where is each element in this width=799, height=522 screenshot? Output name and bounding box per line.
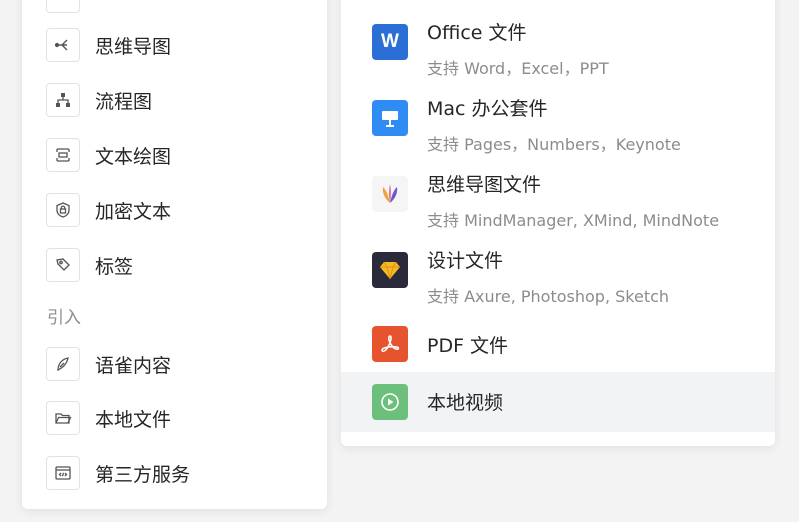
menu-item-yuque-content[interactable]: 语雀内容 <box>46 344 171 384</box>
menu-item-label: 思维导图 <box>95 35 172 58</box>
mindmanager-icon <box>372 176 408 212</box>
menu-item-label: 语雀内容 <box>95 354 172 377</box>
import-item-subtitle: 支持 Word，Excel，PPT <box>427 59 609 78</box>
import-item-title: 本地视频 <box>427 392 504 414</box>
import-item-mindmap-file[interactable]: 思维导图文件 支持 MindManager, XMind, MindNote <box>341 158 775 234</box>
mindmap-icon <box>46 28 80 62</box>
office-word-icon: W <box>372 24 408 60</box>
import-item-subtitle: 支持 Pages，Numbers，Keynote <box>427 135 681 154</box>
import-item-subtitle: 支持 Axure, Photoshop, Sketch <box>427 287 670 306</box>
yuque-icon <box>46 347 80 381</box>
import-item-pdf[interactable]: PDF 文件 <box>341 310 775 372</box>
menu-item-label: 第三方服务 <box>95 463 191 486</box>
lock-icon <box>46 193 80 227</box>
menu-item-tag[interactable]: 标签 <box>46 245 133 285</box>
menu-item-text-drawing[interactable]: 文本绘图 <box>46 135 171 175</box>
embed-icon <box>46 456 80 490</box>
menu-item-label: 流程图 <box>95 90 153 113</box>
menu-item-label: 文本绘图 <box>95 145 172 168</box>
import-item-office[interactable]: W Office 文件 支持 Word，Excel，PPT <box>341 6 775 82</box>
menu-item-flowchart[interactable]: 流程图 <box>46 80 152 120</box>
import-item-title: PDF 文件 <box>427 335 509 357</box>
import-item-title: 设计文件 <box>427 250 504 272</box>
menu-item-local-file[interactable]: 本地文件 <box>46 398 171 438</box>
pdf-icon <box>372 326 408 362</box>
import-item-title: 思维导图文件 <box>427 174 542 196</box>
keynote-icon <box>372 100 408 136</box>
menu-item-label: 本地文件 <box>95 408 172 431</box>
menu-item-encrypted-text[interactable]: 加密文本 <box>46 190 171 230</box>
menu-item-partial[interactable] <box>46 0 80 22</box>
import-item-design-file[interactable]: 设计文件 支持 Axure, Photoshop, Sketch <box>341 234 775 310</box>
import-item-local-video[interactable]: 本地视频 <box>341 372 775 432</box>
import-item-title: Office 文件 <box>427 22 527 44</box>
section-title-import: 引入 <box>47 308 81 328</box>
text-drawing-icon <box>46 138 80 172</box>
menu-item-third-party[interactable]: 第三方服务 <box>46 453 190 493</box>
menu-item-mindmap[interactable]: 思维导图 <box>46 25 171 65</box>
import-item-mac-office[interactable]: Mac 办公套件 支持 Pages，Numbers，Keynote <box>341 82 775 158</box>
menu-item-label: 加密文本 <box>95 200 172 223</box>
insert-menu-panel: 思维导图 流程图 文本绘图 加密文本 标签 引入 语雀内容 本地文件 第三方服务 <box>22 0 327 509</box>
import-submenu-panel: W Office 文件 支持 Word，Excel，PPT Mac 办公套件 支… <box>341 0 775 446</box>
tag-icon <box>46 248 80 282</box>
flowchart-icon <box>46 83 80 117</box>
import-item-subtitle: 支持 MindManager, XMind, MindNote <box>427 211 720 230</box>
partial-icon <box>46 0 80 13</box>
menu-item-label: 标签 <box>95 255 134 278</box>
import-item-title: Mac 办公套件 <box>427 98 548 120</box>
sketch-icon <box>372 252 408 288</box>
folder-icon <box>46 401 80 435</box>
video-icon <box>372 384 408 420</box>
